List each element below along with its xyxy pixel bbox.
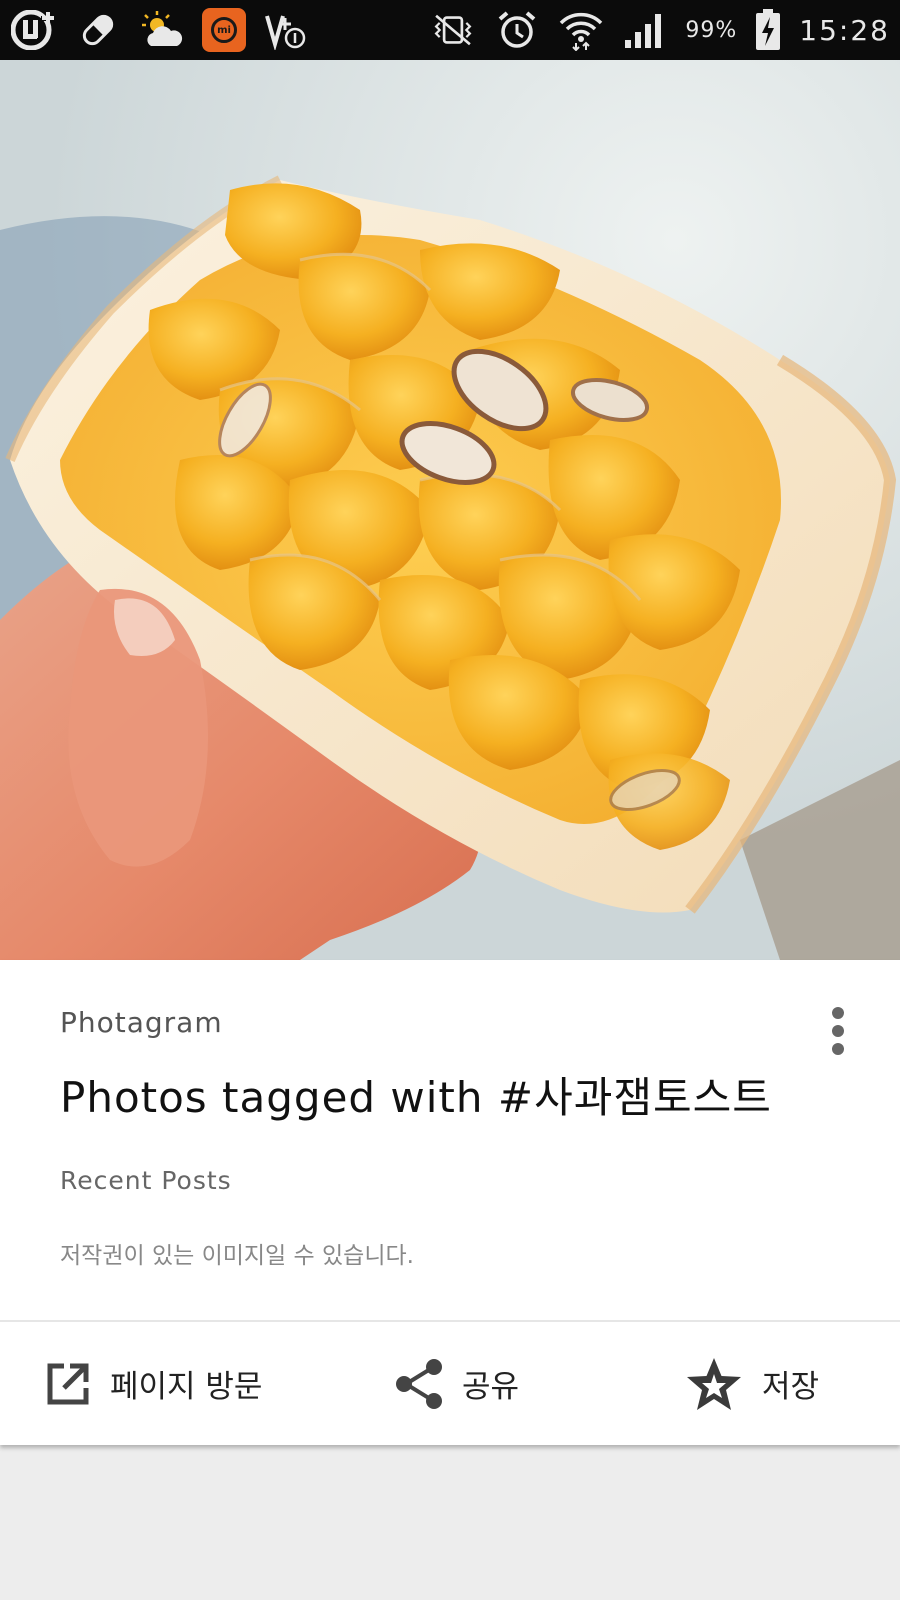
- signal-icon: [621, 8, 669, 52]
- copyright-note: 저작권이 있는 이미지일 수 있습니다.: [60, 1243, 414, 1269]
- clock: 15:28: [799, 13, 890, 47]
- result-card: Photagram Photos tagged with #사과잼토스트 Rec…: [0, 960, 900, 1445]
- toast-photo: [0, 60, 900, 960]
- save-label: 저장: [762, 1369, 820, 1405]
- share-icon: [396, 1358, 442, 1409]
- mi-label: mi: [211, 17, 237, 43]
- more-dot: [832, 1043, 844, 1055]
- mi-icon: mi: [202, 8, 246, 52]
- visit-page-button[interactable]: 페이지 방문: [44, 1322, 262, 1445]
- more-vert-icon[interactable]: [818, 996, 858, 1066]
- source-name[interactable]: Photagram: [60, 1006, 223, 1039]
- more-dot: [832, 1025, 844, 1037]
- share-label: 공유: [462, 1369, 520, 1405]
- wifi-icon: [557, 8, 605, 52]
- pill-icon: [74, 8, 122, 52]
- status-bar: mi 99% 15:28: [0, 0, 900, 60]
- uplus-icon: [10, 8, 58, 52]
- open-in-new-icon: [47, 1363, 89, 1404]
- vibrate-icon: [429, 8, 477, 52]
- partly-cloudy-icon: [138, 8, 186, 52]
- hero-image[interactable]: [0, 60, 900, 960]
- action-bar: 페이지 방문 공유 저장: [0, 1322, 900, 1445]
- alarm-icon: [493, 8, 541, 52]
- status-bar-left: mi: [10, 8, 310, 52]
- battery-percent: 99%: [685, 17, 738, 43]
- star-icon: [687, 1357, 741, 1410]
- more-dot: [832, 1007, 844, 1019]
- card-title[interactable]: Photos tagged with #사과잼토스트: [60, 1064, 820, 1125]
- status-bar-right: 99% 15:28: [429, 8, 890, 52]
- battery-charging-icon: [753, 8, 783, 52]
- card-subtitle: Recent Posts: [60, 1166, 232, 1195]
- volte-icon: [262, 8, 310, 52]
- visit-page-label: 페이지 방문: [110, 1369, 263, 1405]
- save-button[interactable]: 저장: [684, 1322, 819, 1445]
- share-button[interactable]: 공유: [394, 1322, 519, 1445]
